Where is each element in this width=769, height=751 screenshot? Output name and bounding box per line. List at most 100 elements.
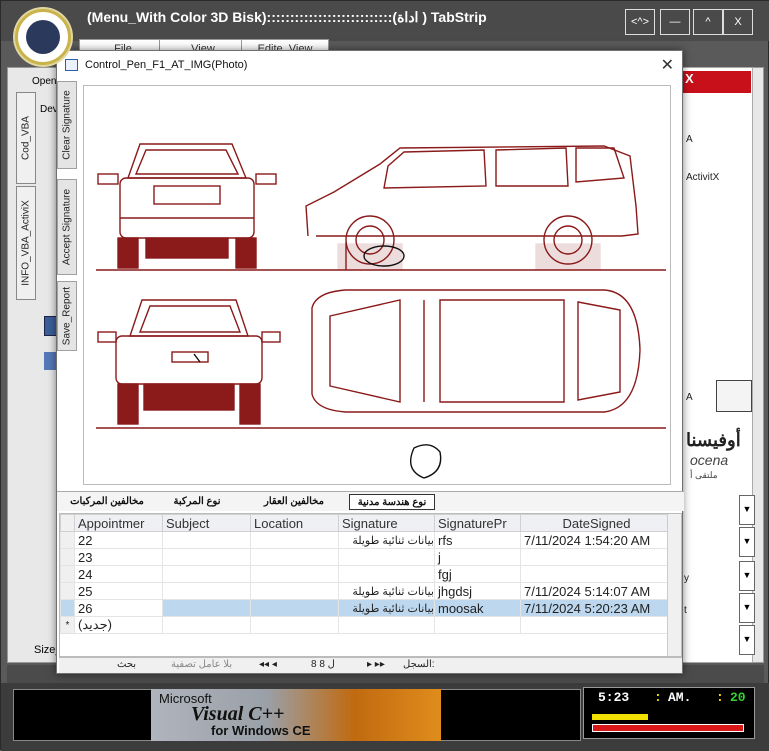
right-activex-label: ActivitX xyxy=(686,172,720,183)
select-all-cell[interactable] xyxy=(60,514,75,532)
record-navigation-bar: بحث بلا عامل تصفية ◂◂ ◂ 8 ل 8 ▸ ▸▸ السجل… xyxy=(59,657,682,673)
category-tabstrip: نوع هندسة مدنية مخالفين العقار نوع المرك… xyxy=(57,491,684,511)
cell-date[interactable]: 7/11/2024 5:20:23 AM xyxy=(520,599,670,617)
restore-button[interactable]: <^> xyxy=(625,9,655,35)
cell-location[interactable] xyxy=(250,599,339,617)
brand-logo-text: أوفيسنا xyxy=(686,430,741,450)
dialog-close-icon[interactable]: ✕ xyxy=(661,55,674,75)
row-selector[interactable] xyxy=(60,582,75,600)
vehicle-diagram xyxy=(96,143,666,479)
dropdown-2[interactable]: ▼ xyxy=(739,527,755,557)
cell-id[interactable]: 25 xyxy=(74,582,163,600)
cell-location[interactable] xyxy=(250,531,339,549)
spin-control[interactable] xyxy=(716,380,752,412)
visual-cpp-banner: Microsoft Visual C++ for Windows CE xyxy=(151,689,441,741)
cell-signature[interactable]: بيانات ثنائية طويلة xyxy=(338,582,435,600)
cell-sigpr[interactable]: moosak xyxy=(434,599,521,617)
brand-sub-text: ocena xyxy=(690,452,729,468)
clock-hour: 5:23 xyxy=(598,690,630,705)
right-a2-label: A xyxy=(686,392,693,403)
table-row[interactable]: 24 fgj xyxy=(60,565,670,583)
field-label-y: y xyxy=(684,573,689,584)
record-label: السجل: xyxy=(403,659,435,670)
cell-subject[interactable] xyxy=(162,548,251,566)
cell-date[interactable]: 7/11/2024 5:14:07 AM xyxy=(520,582,670,600)
tab-cod-vba[interactable]: Cod_VBA xyxy=(16,92,36,184)
cell-signature[interactable] xyxy=(338,548,435,566)
cell-id[interactable]: 26 xyxy=(74,599,163,617)
vehicle-diagram-canvas[interactable] xyxy=(83,85,671,485)
accept-signature-button[interactable]: Accept Signature xyxy=(57,179,77,275)
table-row-selected[interactable]: 26 بيانات ثنائية طويلة moosak 7/11/2024 … xyxy=(60,599,670,617)
row-selector[interactable] xyxy=(60,599,75,617)
progress-red xyxy=(592,724,744,732)
dropdown-4[interactable]: ▼ xyxy=(739,593,755,623)
nav-prev-buttons[interactable]: ◂◂ ◂ xyxy=(259,659,277,670)
cell-date[interactable] xyxy=(520,565,670,583)
cell-id[interactable]: 22 xyxy=(74,531,163,549)
brand-ar-text: ملتقى أ xyxy=(690,470,718,480)
cell-subject[interactable] xyxy=(162,531,251,549)
red-header-bar[interactable]: X xyxy=(681,71,751,93)
column-header-location[interactable]: Location xyxy=(250,514,339,532)
row-selector[interactable] xyxy=(60,548,75,566)
column-header-appointment[interactable]: Appointmer xyxy=(74,514,163,532)
cell-location[interactable] xyxy=(250,565,339,583)
clock-ampm: AM. xyxy=(668,690,692,705)
cell-signature[interactable] xyxy=(338,565,435,583)
cell-location[interactable] xyxy=(250,548,339,566)
dropdown-5[interactable]: ▼ xyxy=(739,625,755,655)
dropdown-3[interactable]: ▼ xyxy=(739,561,755,591)
minimize-button[interactable]: — xyxy=(660,9,690,35)
row-selector[interactable] xyxy=(60,565,75,583)
cell-date[interactable]: 7/11/2024 1:54:20 AM xyxy=(520,531,670,549)
cell-id[interactable]: 24 xyxy=(74,565,163,583)
cell-sigpr[interactable]: rfs xyxy=(434,531,521,549)
dropdown-1[interactable]: ▼ xyxy=(739,495,755,525)
table-row[interactable]: 23 j xyxy=(60,548,670,566)
right-a-label: A xyxy=(686,134,693,145)
cell-subject[interactable] xyxy=(162,565,251,583)
nav-next-buttons[interactable]: ▸ ▸▸ xyxy=(367,659,385,670)
cell-subject[interactable] xyxy=(162,599,251,617)
app-title: (Menu_With Color 3D Bisk):::::::::::::::… xyxy=(87,9,487,25)
tab-vehicle-violators[interactable]: مخالفين المركبات xyxy=(63,494,151,510)
column-header-signature[interactable]: Signature xyxy=(338,514,435,532)
cell-new[interactable]: (جديد) xyxy=(74,616,163,634)
title-bar: (Menu_With Color 3D Bisk):::::::::::::::… xyxy=(1,1,769,41)
cell-sigpr[interactable]: fgj xyxy=(434,565,521,583)
row-selector[interactable] xyxy=(60,531,75,549)
new-record-row[interactable]: * (جديد) xyxy=(60,616,670,634)
new-row-marker-icon: * xyxy=(60,616,75,634)
tab-property-violators[interactable]: مخالفين العقار xyxy=(249,494,339,510)
open-label[interactable]: Open xyxy=(32,76,56,87)
close-button[interactable]: X xyxy=(723,9,753,35)
clock-panel: 5:23 : AM. : 20 xyxy=(583,687,755,739)
column-header-subject[interactable]: Subject xyxy=(162,514,251,532)
tab-info-vba-activex[interactable]: INFO_VBA_ActiviX xyxy=(16,186,36,300)
record-counter[interactable]: 8 ل 8 xyxy=(311,659,335,670)
cell-subject[interactable] xyxy=(162,582,251,600)
column-header-date-signed[interactable]: DateSigned xyxy=(520,514,670,532)
cell-signature[interactable]: بيانات ثنائية طويلة xyxy=(338,599,435,617)
cell-sigpr[interactable]: jhgdsj xyxy=(434,582,521,600)
clock-seconds: 20 xyxy=(730,690,746,705)
records-datasheet: Appointmer Subject Location Signature Si… xyxy=(59,513,682,657)
cell-location[interactable] xyxy=(250,582,339,600)
datasheet-scrollbar[interactable] xyxy=(667,514,681,656)
save-report-button[interactable]: Save_Report xyxy=(57,281,77,351)
no-filter-indicator[interactable]: بلا عامل تصفية xyxy=(171,659,232,670)
logo-emblem-icon xyxy=(26,20,60,54)
search-box[interactable]: بحث xyxy=(117,659,136,670)
tab-vehicle-type[interactable]: نوع المركبة xyxy=(157,494,237,510)
table-row[interactable]: 25 بيانات ثنائية طويلة jhgdsj 7/11/2024 … xyxy=(60,582,670,600)
cell-id[interactable]: 23 xyxy=(74,548,163,566)
column-header-signature-pr[interactable]: SignaturePr xyxy=(434,514,521,532)
maximize-button[interactable]: ^ xyxy=(693,9,723,35)
table-row[interactable]: 22 بيانات ثنائية طويلة rfs 7/11/2024 1:5… xyxy=(60,531,670,549)
cell-sigpr[interactable]: j xyxy=(434,548,521,566)
tab-civil-engineering[interactable]: نوع هندسة مدنية xyxy=(349,494,435,510)
clear-signature-button[interactable]: Clear Signature xyxy=(57,81,77,169)
cell-signature[interactable]: بيانات ثنائية طويلة xyxy=(338,531,435,549)
cell-date[interactable] xyxy=(520,548,670,566)
